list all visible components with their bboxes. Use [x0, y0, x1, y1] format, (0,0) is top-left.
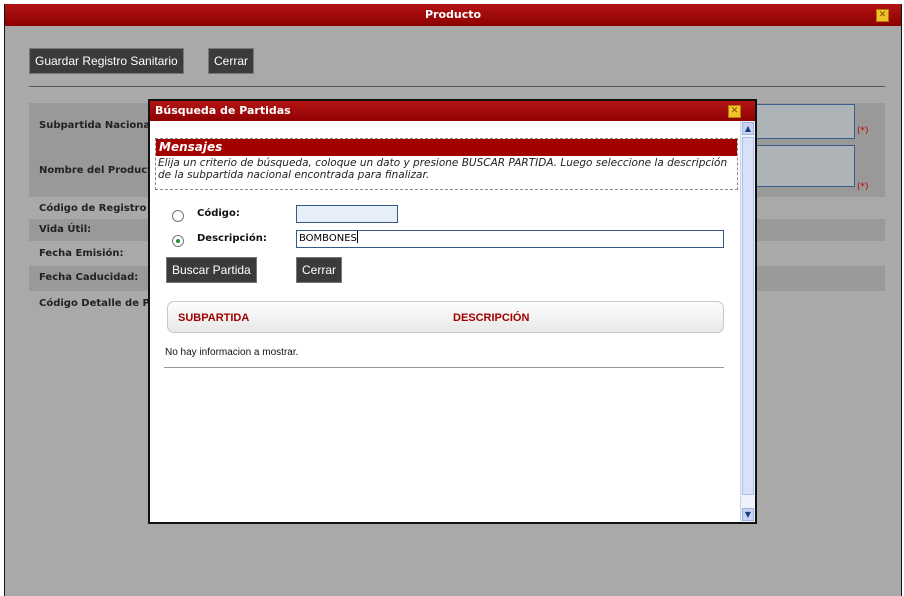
- window-title-bar: Producto ✕: [5, 4, 901, 26]
- field-label: Fecha Caducidad:: [39, 272, 139, 283]
- descripcion-label: Descripción:: [197, 233, 267, 244]
- text-cursor: [356, 231, 358, 243]
- close-icon[interactable]: ✕: [728, 105, 741, 118]
- field-label: Código de Registro S: [39, 203, 158, 214]
- messages-header: Mensajes: [156, 139, 737, 156]
- column-descripcion[interactable]: DESCRIPCIÓN: [453, 312, 529, 324]
- field-label: Nombre del Producto: [39, 165, 159, 176]
- radio-descripcion[interactable]: [172, 235, 184, 247]
- required-mark: (*): [857, 182, 869, 192]
- scrollbar-thumb[interactable]: [742, 137, 754, 495]
- radio-selected-dot: [176, 239, 180, 243]
- descripcion-value: BOMBONES: [299, 233, 357, 244]
- close-icon[interactable]: ✕: [876, 9, 889, 22]
- chevron-down-icon[interactable]: ▼: [742, 508, 754, 521]
- field-label: Vida Útil:: [39, 224, 92, 235]
- dialog-title: Búsqueda de Partidas: [155, 104, 291, 117]
- scrollbar[interactable]: ▲ ▼: [740, 121, 755, 522]
- required-mark: (*): [857, 126, 869, 136]
- table-bottom-line: [164, 367, 724, 368]
- subpartida-input[interactable]: [753, 104, 855, 139]
- dialog-title-bar: Búsqueda de Partidas ✕: [150, 101, 755, 121]
- save-registro-button[interactable]: Guardar Registro Sanitario: [29, 48, 184, 74]
- descripcion-input[interactable]: BOMBONES: [296, 230, 724, 248]
- window-title: Producto: [424, 8, 482, 21]
- field-label: Fecha Emisión:: [39, 248, 124, 259]
- dialog-close-button[interactable]: Cerrar: [296, 257, 343, 283]
- divider: [29, 86, 885, 87]
- chevron-up-icon[interactable]: ▲: [742, 122, 754, 135]
- busqueda-dialog: Búsqueda de Partidas ✕ ▲ ▼ Mensajes Elij…: [148, 99, 757, 524]
- empty-message: No hay informacion a mostrar.: [165, 347, 299, 358]
- column-subpartida[interactable]: SUBPARTIDA: [178, 312, 249, 324]
- radio-codigo[interactable]: [172, 210, 184, 222]
- codigo-input[interactable]: [296, 205, 398, 223]
- close-button[interactable]: Cerrar: [208, 48, 255, 74]
- codigo-label: Código:: [197, 208, 240, 219]
- messages-text: Elija un criterio de búsqueda, coloque u…: [158, 157, 728, 181]
- field-label: Código Detalle de Par: [39, 298, 162, 309]
- messages-panel: Mensajes Elija un criterio de búsqueda, …: [155, 138, 738, 190]
- table-header: SUBPARTIDA DESCRIPCIÓN: [167, 301, 724, 333]
- results-table: SUBPARTIDA DESCRIPCIÓN No hay informacio…: [164, 301, 724, 368]
- field-label: Subpartida Nacional:: [39, 120, 158, 131]
- nombre-input[interactable]: [753, 145, 855, 187]
- buscar-partida-button[interactable]: Buscar Partida: [166, 257, 257, 283]
